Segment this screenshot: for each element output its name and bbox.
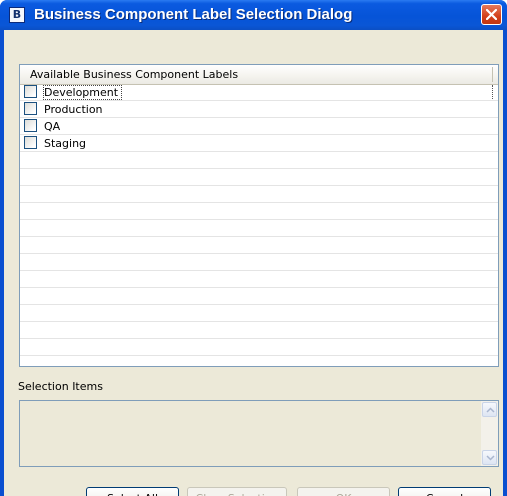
labels-list-header-label: Available Business Component Labels [30,68,239,81]
empty-list-row [20,169,498,186]
item-label: QA [44,120,61,133]
window-title: Business Component Label Selection Dialo… [34,6,353,23]
item-checkbox[interactable] [24,119,37,132]
list-item[interactable]: QA [20,118,498,135]
item-label: Staging [44,137,87,150]
item-label: Development [42,85,123,100]
item-checkbox[interactable] [24,102,37,115]
close-icon [486,9,497,20]
item-checkbox[interactable] [24,85,37,98]
empty-list-row [20,322,498,339]
empty-list-row [20,288,498,305]
clear-selection-button[interactable]: Clear Selection [187,487,287,496]
empty-list-row [20,254,498,271]
scroll-up-icon [486,407,495,413]
labels-list-header[interactable]: Available Business Component Labels [20,65,498,85]
empty-list-row [20,356,498,366]
ok-button[interactable]: OK [297,487,390,496]
empty-list-row [20,339,498,356]
title-bar[interactable]: B Business Component Label Selection Dia… [0,0,507,30]
close-button[interactable] [481,4,502,25]
focus-indicator [492,85,494,99]
list-item[interactable]: Staging [20,135,498,152]
empty-list-row [20,271,498,288]
labels-list: Available Business Component Labels Deve… [19,64,499,367]
list-item[interactable]: Development [20,84,498,101]
item-checkbox[interactable] [24,136,37,149]
scroll-down-button[interactable] [482,450,497,465]
empty-list-row [20,186,498,203]
selection-items-label: Selection Items [18,380,103,393]
empty-list-row [20,305,498,322]
dialog-window: B Business Component Label Selection Dia… [0,0,507,496]
selection-scrollbar[interactable] [481,401,498,466]
select-all-button[interactable]: Select All [86,487,179,496]
column-divider[interactable] [492,67,493,82]
app-icon: B [9,7,25,23]
dialog-body: Available Business Component Labels Deve… [4,30,503,496]
cancel-button[interactable]: Cancel [398,487,491,496]
item-label: Production [44,103,103,116]
scroll-down-icon [486,455,495,461]
empty-list-row [20,237,498,254]
empty-list-row [20,152,498,169]
list-item[interactable]: Production [20,101,498,118]
scroll-up-button[interactable] [482,402,497,417]
empty-list-row [20,220,498,237]
selection-items-box [19,400,499,467]
empty-list-row [20,203,498,220]
